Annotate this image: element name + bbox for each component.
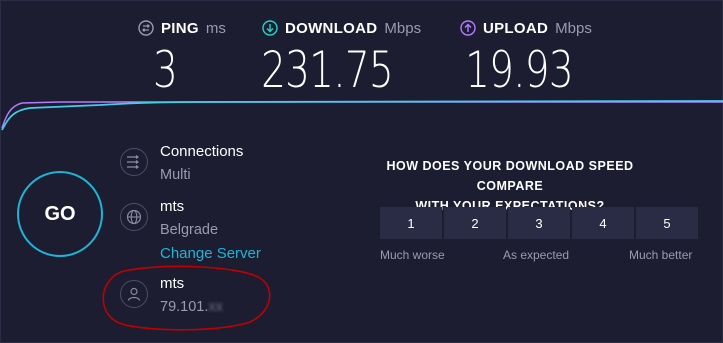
- connections-icon: [120, 148, 148, 176]
- rating-option-4[interactable]: 4: [572, 207, 634, 239]
- upload-unit: Mbps: [555, 19, 592, 37]
- download-icon: [262, 20, 278, 36]
- server-name: mts: [160, 198, 185, 215]
- upload-metric: UPLOAD Mbps 19.93: [460, 18, 600, 95]
- change-server-link[interactable]: Change Server: [160, 245, 261, 262]
- rating-option-5[interactable]: 5: [636, 207, 698, 239]
- download-metric: DOWNLOAD Mbps 231.75: [261, 18, 422, 96]
- download-unit: Mbps: [384, 19, 422, 37]
- go-button[interactable]: GO: [17, 171, 103, 257]
- download-label: DOWNLOAD: [285, 19, 378, 37]
- survey-question-line1: HOW DOES YOUR DOWNLOAD SPEED COMPARE: [386, 159, 634, 193]
- ping-metric: PING ms 3: [138, 18, 228, 95]
- rating-option-3[interactable]: 3: [508, 207, 570, 239]
- annotation-ellipse: [102, 265, 271, 331]
- server-location: Belgrade: [160, 222, 219, 238]
- speed-graph: [1, 100, 723, 131]
- connections-value: Multi: [160, 167, 191, 183]
- upload-icon: [460, 20, 476, 36]
- rating-scale: 1 2 3 4 5: [380, 207, 698, 239]
- rating-option-1[interactable]: 1: [380, 207, 442, 239]
- globe-icon: [120, 203, 148, 231]
- upload-label: UPLOAD: [483, 19, 549, 37]
- rating-option-2[interactable]: 2: [444, 207, 506, 239]
- rating-label-mid: As expected: [503, 248, 570, 262]
- rating-label-high: Much better: [629, 248, 693, 262]
- download-graph-line: [1, 100, 723, 131]
- upload-graph-line: [1, 101, 723, 129]
- connections-title: Connections: [160, 143, 244, 160]
- rating-label-low: Much worse: [380, 248, 445, 262]
- ping-icon: [138, 20, 154, 36]
- ping-unit: ms: [205, 19, 226, 37]
- ping-label: PING: [161, 19, 199, 37]
